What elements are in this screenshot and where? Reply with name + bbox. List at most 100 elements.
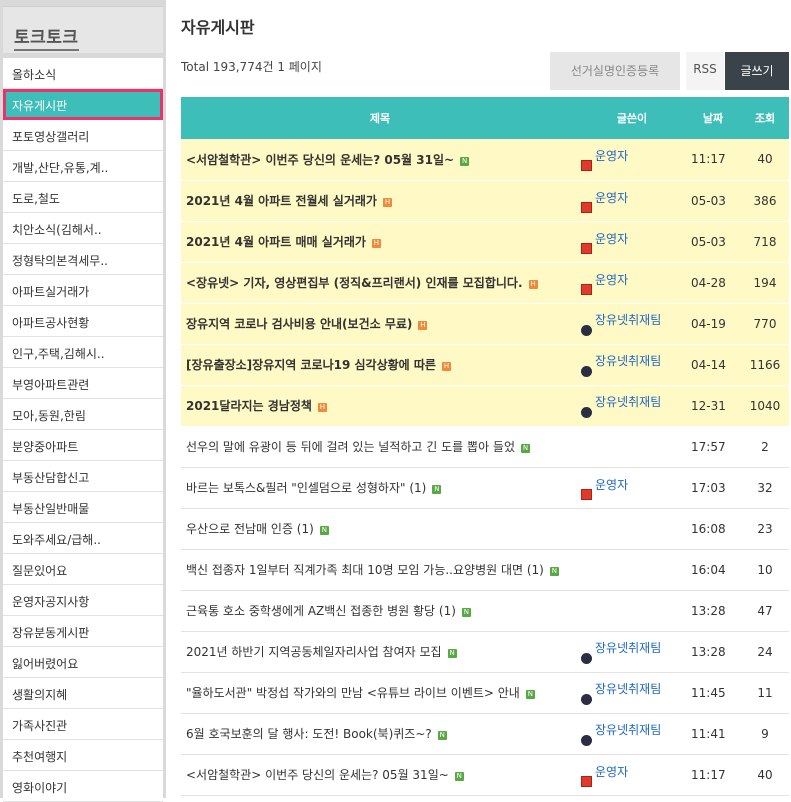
sidebar-item[interactable]: 부동산일반매물 [3,492,163,523]
post-title-link[interactable]: <서암철학관> 이번주 당신의 운세는? 05월 31일~ [186,768,449,782]
post-title-cell: 2021년 하반기 지역공동체일자리사업 참여자 모집 N [181,631,579,673]
author-cell [579,549,685,591]
sidebar-item[interactable]: 생활의지혜 [3,678,163,709]
author-cell: dot장유넷취재팀 [579,385,685,427]
post-title-cell: 백신 접종자 1일부터 직계가족 최대 10명 모임 가능..요양병원 대면 (… [181,549,579,591]
header-views[interactable]: 조회 [741,97,789,139]
sidebar-item[interactable]: 올하소식 [3,58,163,89]
sidebar-item[interactable]: 인구,주택,김해시.. [3,337,163,368]
views-cell: 10 [741,549,789,591]
date-cell: 17:03 [685,467,741,509]
author-cell: dot장유넷취재팀 [579,631,685,673]
author-link[interactable]: 장유넷취재팀 [595,723,661,737]
sidebar-item[interactable]: 부동산담합신고 [3,461,163,492]
author-link[interactable]: 장유넷취재팀 [595,395,661,409]
post-title-link[interactable]: 2021년 4월 아파트 매매 실거래가 [186,235,366,249]
post-title-link[interactable]: 2021년 4월 아파트 전월세 실거래가 [186,194,377,208]
table-row: 근육통 호소 중학생에게 AZ백신 접종한 병원 황당 (1) N 13:28 47 [181,590,789,632]
sidebar-item[interactable]: 운영자공지사항 [3,585,163,616]
post-title-link[interactable]: 6월 호국보훈의 달 행사: 도전! Book(북)퀴즈~? [186,727,432,741]
author-cell [579,590,685,632]
sidebar-header: 토크토크 [3,6,163,53]
author-link[interactable]: 운영자 [595,149,628,163]
author-cell: dot장유넷취재팀 [579,713,685,755]
admin-level-icon: red [581,242,592,254]
views-cell: 11 [741,672,789,714]
notice-row: 2021달라지는 경남정책Hdot장유넷취재팀12-311040 [181,385,789,427]
sidebar-item[interactable]: 장유분동게시판 [3,616,163,647]
post-title-link[interactable]: 2021년 하반기 지역공동체일자리사업 참여자 모집 [186,645,442,659]
sidebar-item[interactable]: 정형탁의본격세무.. [3,244,163,275]
author-cell: red운영자 [579,139,685,181]
write-button[interactable]: 글쓰기 [725,52,789,90]
header-author[interactable]: 글쓴이 [579,97,685,139]
admin-level-icon: red [581,488,592,500]
post-title-cell: [장유출장소]장유지역 코로나19 심각상황에 따른 H [181,344,579,386]
post-title-link[interactable]: 우산으로 전남매 인증 (1) [186,522,314,536]
notice-row: <장유넷> 기자, 영상편집부 (정직&프리랜서) 인재를 모집합니다. Hred… [181,262,789,304]
sidebar-item[interactable]: 추천여행지 [3,740,163,771]
post-title-cell: <서암철학관> 이번주 당신의 운세는? 05월 31일~ N [181,139,579,181]
post-title-link[interactable]: 선우의 말에 유광이 등 뒤에 걸려 있는 널적하고 긴 도를 뽑아 들었 [186,440,515,454]
header-title[interactable]: 제목 [181,97,579,139]
author-link[interactable]: 운영자 [595,478,628,492]
sidebar-item[interactable]: 자유게시판 [3,89,163,120]
sidebar-item[interactable]: 개발,산단,유통,계.. [3,151,163,182]
post-title-link[interactable]: <장유넷> 기자, 영상편집부 (정직&프리랜서) 인재를 모집합니다. [186,276,523,290]
post-title-link[interactable]: <서암철학관> 이번주 당신의 운세는? 05월 31일~ [186,153,454,167]
date-cell: 13:28 [685,590,741,632]
sidebar-item[interactable]: 영화이야기 [3,771,163,802]
author-cell: red운영자 [579,754,685,796]
author-link[interactable]: 장유넷취재팀 [595,313,661,327]
date-cell: 16:04 [685,549,741,591]
author-link[interactable]: 운영자 [595,232,628,246]
sidebar-item[interactable]: 질문있어요 [3,554,163,585]
post-title-link[interactable]: 근육통 호소 중학생에게 AZ백신 접종한 병원 황당 (1) [186,604,456,618]
post-title-cell: 선우의 말에 유광이 등 뒤에 걸려 있는 널적하고 긴 도를 뽑아 들었 N [181,426,579,468]
hot-badge-icon: H [382,198,392,207]
author-link[interactable]: 운영자 [595,765,628,779]
new-badge-icon: N [432,485,442,494]
header-date[interactable]: 날짜 [685,97,741,139]
rss-button[interactable]: RSS [686,52,724,90]
post-title-link[interactable]: 백신 접종자 1일부터 직계가족 최대 10명 모임 가능..요양병원 대면 (… [186,563,544,577]
author-link[interactable]: 운영자 [595,273,628,287]
date-cell: 16:08 [685,508,741,550]
sidebar-item[interactable]: 아파트실거래가 [3,275,163,306]
post-title-link[interactable]: 2021달라지는 경남정책 [186,399,312,413]
post-title-link[interactable]: 장유지역 코로나 검사비용 안내(보건소 무료) [186,317,412,331]
sidebar-item[interactable]: 도와주세요/급해.. [3,523,163,554]
views-cell: 718 [741,221,789,263]
member-level-icon: dot [581,366,592,377]
sidebar-item[interactable]: 포토영상갤러리 [3,120,163,151]
table-row: 2021년 하반기 지역공동체일자리사업 참여자 모집Ndot장유넷취재팀13:… [181,631,789,673]
sidebar-item[interactable]: 아파트공사현황 [3,306,163,337]
sidebar-item[interactable]: 도로,철도 [3,182,163,213]
post-title-link[interactable]: 바르는 보톡스&필러 "인셀덤으로 성형하자" (1) [186,481,426,495]
verify-button[interactable]: 선거실명인증등록 [550,52,680,90]
sidebar-item[interactable]: 분양중아파트 [3,430,163,461]
sidebar-item[interactable]: 가족사진관 [3,709,163,740]
sidebar-item[interactable]: 부영아파트관련 [3,368,163,399]
author-link[interactable]: 장유넷취재팀 [595,682,661,696]
author-link[interactable]: 장유넷취재팀 [595,354,661,368]
views-cell: 23 [741,508,789,550]
post-title-link[interactable]: "율하도서관" 박정섭 작가와의 만남 <유튜브 라이브 이벤트> 안내 [186,686,520,700]
post-title-cell: 근육통 호소 중학생에게 AZ백신 접종한 병원 황당 (1) N [181,590,579,632]
post-title-cell: 우산으로 전남매 인증 (1) N [181,508,579,550]
sidebar-item[interactable]: 잃어버렸어요 [3,647,163,678]
views-cell: 32 [741,467,789,509]
author-cell [579,426,685,468]
views-cell: 47 [741,590,789,632]
views-cell: 9 [741,713,789,755]
author-link[interactable]: 장유넷취재팀 [595,641,661,655]
table-row: 선우의 말에 유광이 등 뒤에 걸려 있는 널적하고 긴 도를 뽑아 들었 N 17… [181,426,789,468]
post-title-link[interactable]: [장유출장소]장유지역 코로나19 심각상황에 따른 [186,358,436,372]
post-title-cell: 바르는 보톡스&필러 "인셀덤으로 성형하자" (1) N [181,467,579,509]
admin-level-icon: red [581,775,592,787]
hot-badge-icon: H [441,362,451,371]
sidebar-item[interactable]: 치안소식(김해서.. [3,213,163,244]
admin-level-icon: red [581,201,592,213]
sidebar-item[interactable]: 모아,동원,한림 [3,399,163,430]
author-link[interactable]: 운영자 [595,191,628,205]
